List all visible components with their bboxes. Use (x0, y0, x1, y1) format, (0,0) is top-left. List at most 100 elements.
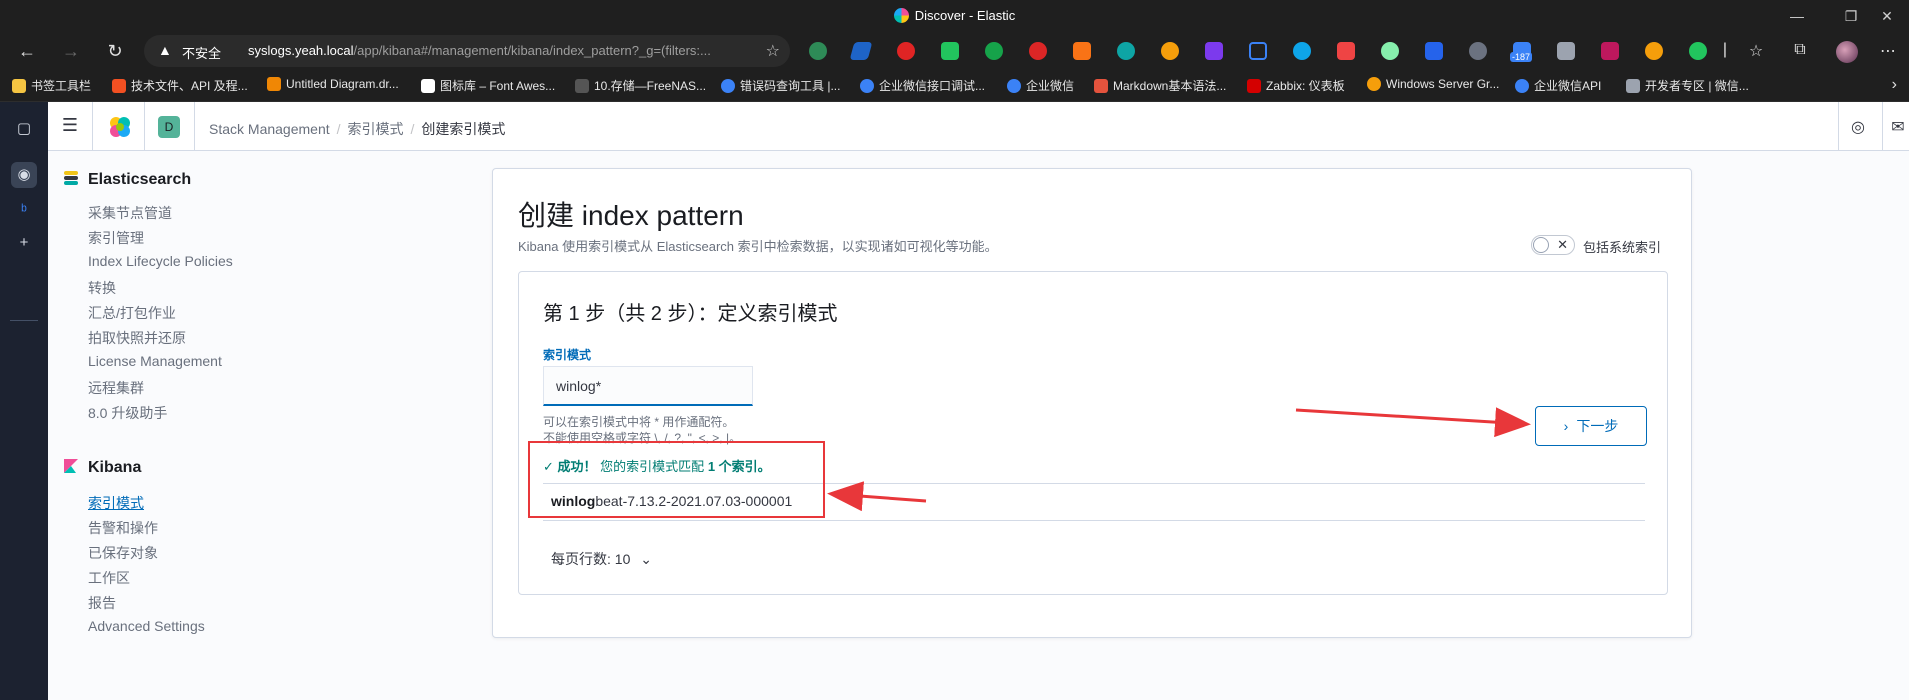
refresh-icon[interactable]: ↻ (102, 39, 128, 63)
nav-item-remote-clusters[interactable]: 远程集群 (88, 378, 144, 398)
insecure-label[interactable]: 不安全 (182, 43, 221, 62)
breadcrumb-item[interactable]: Stack Management (209, 121, 330, 137)
favorites-icon[interactable]: ☆ (1744, 41, 1768, 61)
nav-item-ingest-pipelines[interactable]: 采集节点管道 (88, 203, 172, 223)
address-bar[interactable]: ▲ 不安全 syslogs.yeah.local/app/kibana#/man… (144, 35, 790, 67)
bookmark-item[interactable]: 图标库 – Font Awes... (421, 77, 555, 94)
kibana-icon (64, 459, 78, 473)
warning-icon: ▲ (158, 42, 172, 58)
markdown-icon (1094, 79, 1108, 93)
bookmark-item[interactable]: 企业微信API (1515, 77, 1601, 94)
elastic-tab-icon[interactable]: ◉ (11, 162, 37, 188)
elastic-favicon-icon (893, 8, 909, 23)
bookmark-item[interactable]: Windows Server Gr... (1367, 77, 1499, 91)
nav-item-spaces[interactable]: 工作区 (88, 568, 130, 588)
toggle-knob (1533, 237, 1549, 253)
screenshot-extension-icon[interactable] (1249, 42, 1267, 60)
bookmark-item[interactable]: 10.存储—FreeNAS... (575, 77, 706, 94)
bookmark-item[interactable]: Markdown基本语法... (1094, 77, 1226, 94)
breadcrumb-item[interactable]: 索引模式 (348, 121, 404, 137)
management-sidenav: Elasticsearch 采集节点管道 索引管理 Index Lifecycl… (48, 151, 488, 700)
forward-arrow-icon[interactable]: → (58, 39, 84, 63)
nav-item-index-management[interactable]: 索引管理 (88, 228, 144, 248)
search-icon (1515, 79, 1529, 93)
next-step-button[interactable]: › 下一步 (1535, 406, 1647, 446)
bing-icon[interactable]: ᵇ (11, 198, 37, 224)
tab-actions-icon[interactable]: ▢ (11, 116, 37, 142)
bookmark-item[interactable]: 技术文件、API 及程... (112, 77, 248, 94)
url-text[interactable]: syslogs.yeah.local/app/kibana#/managemen… (248, 43, 748, 58)
nav-item-saved-objects[interactable]: 已保存对象 (88, 543, 158, 563)
bookmark-item[interactable]: Zabbix: 仪表板 (1247, 77, 1345, 94)
extension-icon[interactable] (1469, 42, 1487, 60)
nav-item-reporting[interactable]: 报告 (88, 593, 116, 613)
close-window-icon[interactable]: ✕ (1865, 4, 1909, 28)
breadcrumb: Stack Management / 索引模式 / 创建索引模式 (209, 121, 506, 137)
bookmarks-bar: 书签工具栏 技术文件、API 及程... Untitled Diagram.dr… (0, 70, 1909, 102)
onenote-extension-icon[interactable] (1205, 42, 1223, 60)
nav-group-kibana: Kibana (64, 459, 141, 477)
extension-icon[interactable] (1381, 42, 1399, 60)
zabbix-icon (1247, 79, 1261, 93)
index-pattern-input[interactable]: winlog* (543, 366, 753, 406)
index-pattern-label: 索引模式 (543, 348, 592, 362)
bookmark-item[interactable]: 错误码查询工具 |... (721, 77, 840, 94)
chevron-right-icon[interactable]: › (1892, 76, 1897, 94)
collections-icon[interactable]: ⧉ (1788, 41, 1812, 59)
kibana-header: ☰ D Stack Management / 索引模式 / 创建索引模式 ◎ ✉ (48, 102, 1909, 151)
extension-icon[interactable] (1293, 42, 1311, 60)
close-icon: ✕ (1557, 237, 1568, 252)
elastic-logo-icon[interactable] (108, 115, 132, 139)
adblock-extension-icon[interactable] (1029, 42, 1047, 60)
toggle-label: 包括系统索引 (1583, 240, 1662, 255)
extension-icon[interactable] (1073, 42, 1091, 60)
bookmark-item[interactable]: 企业微信 (1007, 77, 1074, 94)
extension-icon[interactable] (809, 42, 827, 60)
profile-avatar[interactable] (1836, 41, 1858, 63)
extension-badge: -187 (1510, 52, 1533, 62)
nav-item-snapshot-restore[interactable]: 拍取快照并还原 (88, 328, 186, 348)
chevron-down-icon: ⌄ (640, 551, 652, 567)
newsfeed-mail-icon[interactable]: ✉ (1888, 117, 1908, 137)
page-description: Kibana 使用索引模式从 Elasticsearch 索引中检索数据，以实现… (518, 239, 998, 254)
include-system-indices-toggle[interactable]: ✕ (1531, 235, 1575, 255)
minimize-icon[interactable]: — (1775, 4, 1819, 28)
search-icon (721, 79, 735, 93)
extension-icon[interactable] (1425, 42, 1443, 60)
more-menu-icon[interactable]: ⋯ (1876, 41, 1900, 61)
nav-item-ilm-policies[interactable]: Index Lifecycle Policies (88, 253, 233, 269)
extension-icon[interactable] (849, 42, 873, 60)
nav-item-license-management[interactable]: License Management (88, 353, 222, 369)
bookmark-item[interactable]: 书签工具栏 (12, 77, 91, 94)
help-icon[interactable]: ◎ (1848, 117, 1868, 137)
back-arrow-icon[interactable]: ← (14, 39, 40, 63)
extension-icon[interactable] (1557, 42, 1575, 60)
browser-sidebar: ▢ ◉ ᵇ + (0, 102, 48, 700)
extension-icon[interactable] (1645, 42, 1663, 60)
window-titlebar: Discover - Elastic — ❐ ✕ (0, 0, 1909, 32)
space-avatar[interactable]: D (158, 116, 180, 138)
bookmark-item[interactable]: 开发者专区 | 微信... (1626, 77, 1749, 94)
nav-item-advanced-settings[interactable]: Advanced Settings (88, 618, 205, 634)
extension-icon[interactable] (1117, 42, 1135, 60)
nav-item-index-patterns[interactable]: 索引模式 (88, 493, 144, 513)
extension-icon[interactable] (1161, 42, 1179, 60)
shield-extension-icon[interactable] (941, 42, 959, 60)
add-icon[interactable]: + (11, 230, 37, 256)
favorite-star-icon[interactable]: ☆ (766, 41, 780, 61)
bookmark-item[interactable]: 企业微信接口调试... (860, 77, 985, 94)
hamburger-menu-icon[interactable]: ☰ (60, 115, 80, 135)
toolbar-divider: | (1722, 41, 1728, 58)
camera-extension-icon[interactable] (1337, 42, 1355, 60)
nav-item-alerts-actions[interactable]: 告警和操作 (88, 518, 158, 538)
nav-item-upgrade-assistant[interactable]: 8.0 升级助手 (88, 403, 167, 423)
nav-item-transforms[interactable]: 转换 (88, 278, 116, 298)
extension-icon[interactable] (1689, 42, 1707, 60)
extension-icon[interactable] (1601, 42, 1619, 60)
breadcrumb-current: 创建索引模式 (421, 121, 506, 137)
extension-icon[interactable] (985, 42, 1003, 60)
bookmark-item[interactable]: Untitled Diagram.dr... (267, 77, 399, 91)
nav-item-rollup-jobs[interactable]: 汇总/打包作业 (88, 303, 176, 323)
rows-per-page-selector[interactable]: 每页行数: 10 ⌄ (551, 549, 652, 569)
extension-icon[interactable] (897, 42, 915, 60)
